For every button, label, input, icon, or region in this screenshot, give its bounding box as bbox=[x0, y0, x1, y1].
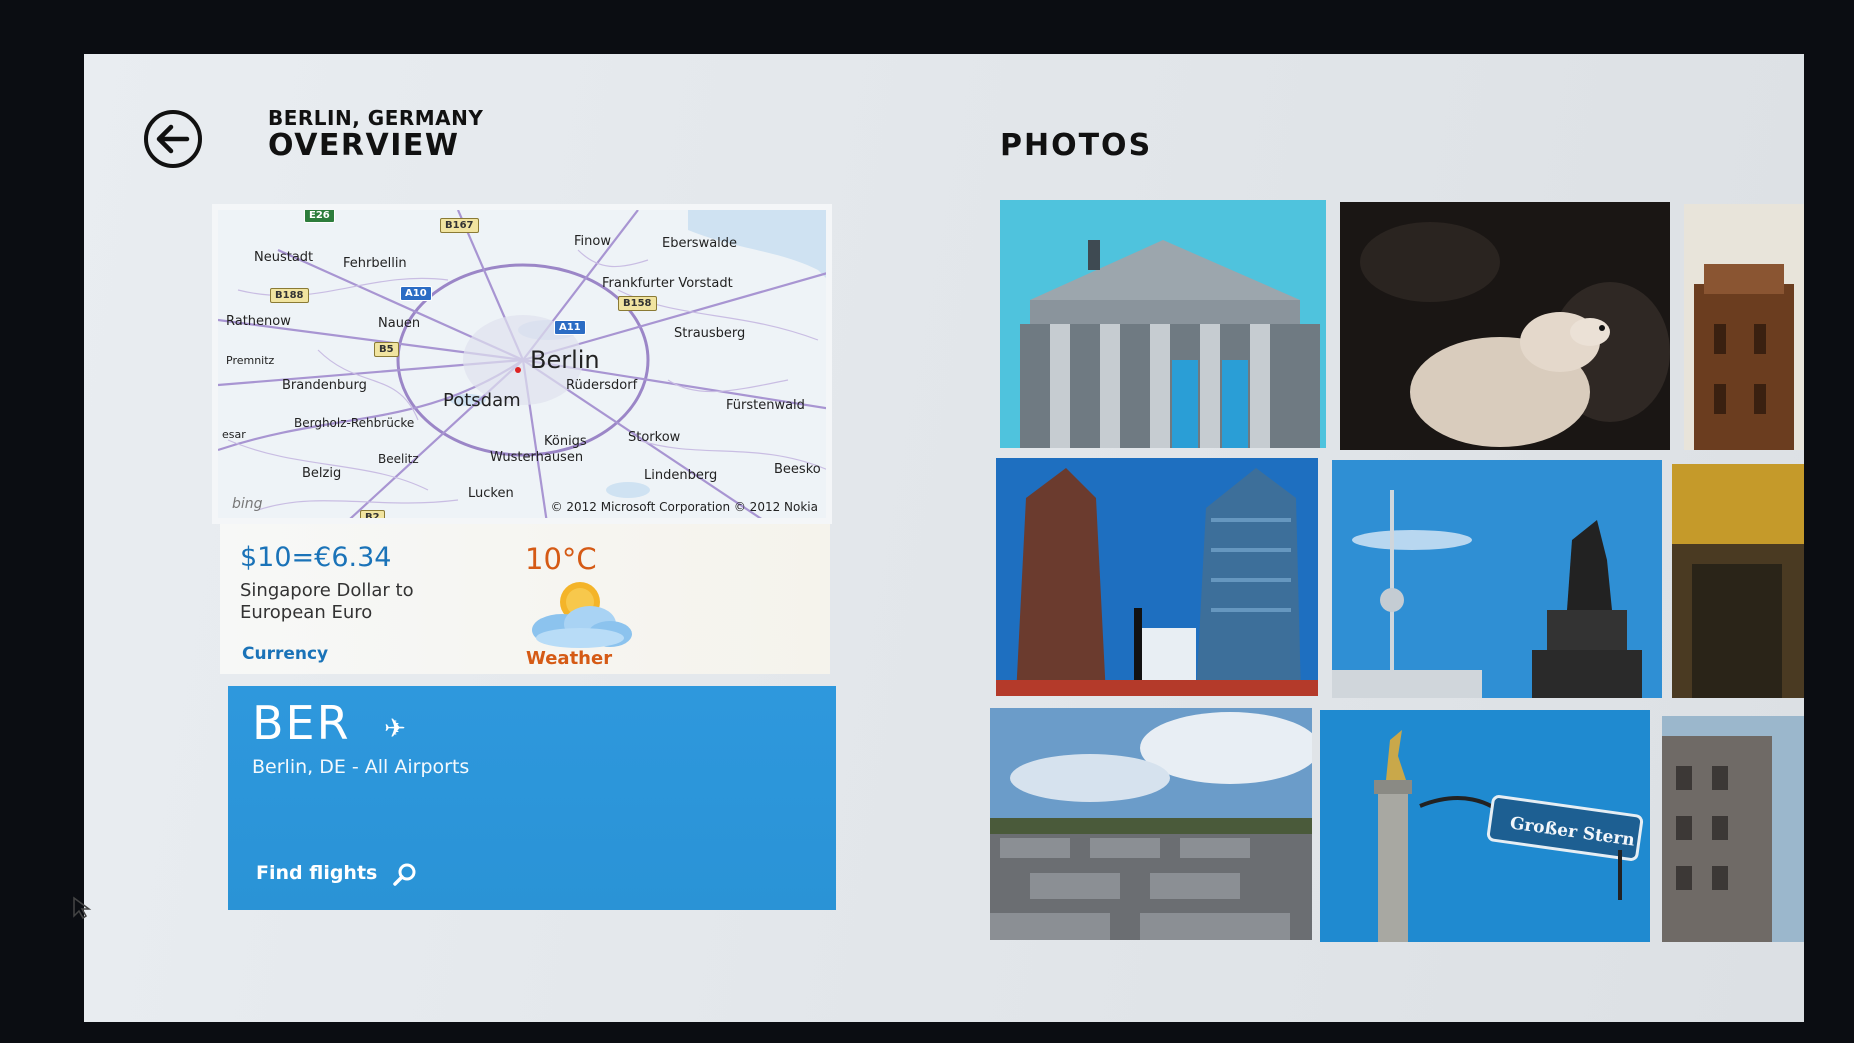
app-screen: BERLIN, GERMANY OVERVIEW PHOTOS Berlin P… bbox=[84, 54, 1804, 1022]
map-tile[interactable]: Berlin Potsdam Neustadt Fehrbellin Finow… bbox=[212, 204, 832, 524]
map-label-lindenberg: Lindenberg bbox=[644, 468, 718, 483]
map-shield-a11: A11 bbox=[554, 320, 586, 335]
map-label-brandenburg: Brandenburg bbox=[282, 378, 367, 393]
photo-victory-column-image: Großer Stern bbox=[1320, 710, 1650, 942]
map-label-fehrbellin: Fehrbellin bbox=[343, 256, 407, 271]
map-label-wusterhausen: Wusterhausen bbox=[490, 450, 584, 465]
map-label-beelitz: Beelitz bbox=[378, 452, 419, 466]
photo-polar-bear-image bbox=[1340, 202, 1670, 450]
bing-logo: bing bbox=[232, 496, 263, 512]
map-label-rudersdorf: Rüdersdorf bbox=[566, 378, 638, 393]
arrow-left-icon bbox=[156, 124, 190, 154]
photo-tv-tower-statue[interactable] bbox=[1332, 460, 1662, 698]
map-label-konigs: Königs bbox=[544, 434, 587, 449]
info-tile: $10=€6.34 Singapore Dollar to European E… bbox=[220, 524, 830, 674]
airplane-icon: ✈ bbox=[384, 714, 406, 744]
map-label-beesko: Beesko bbox=[774, 462, 821, 477]
map-label-storkow: Storkow bbox=[628, 430, 681, 445]
map-label-bergholz: Bergholz-Rehbrücke bbox=[294, 416, 415, 430]
map-shield-b167: B167 bbox=[440, 218, 479, 233]
weather-label[interactable]: Weather bbox=[526, 648, 612, 669]
airport-name: Berlin, DE - All Airports bbox=[252, 756, 470, 778]
photo-reichstag[interactable] bbox=[1000, 200, 1326, 448]
photos-section-title[interactable]: PHOTOS bbox=[1000, 128, 1152, 163]
find-flights-link[interactable]: Find flights bbox=[256, 862, 377, 884]
map-label-berlin: Berlin bbox=[530, 346, 600, 374]
map-label-neustadt: Neustadt bbox=[254, 250, 314, 265]
page-title: OVERVIEW bbox=[268, 128, 460, 163]
photo-building-3-image bbox=[1662, 716, 1804, 942]
map-shield-e26: E26 bbox=[304, 210, 335, 223]
photo-tv-tower-statue-image bbox=[1332, 460, 1662, 698]
flights-tile[interactable]: BER ✈ Berlin, DE - All Airports Find fli… bbox=[228, 686, 836, 910]
map-label-belzig: Belzig bbox=[302, 466, 342, 481]
photo-holocaust-memorial[interactable] bbox=[990, 708, 1312, 940]
map-label-eberswalde: Eberswalde bbox=[662, 236, 738, 251]
map-shield-b158: B158 bbox=[618, 296, 657, 311]
map-label-strausberg: Strausberg bbox=[674, 326, 746, 341]
photo-building-2[interactable] bbox=[1672, 464, 1804, 698]
map-label-luckenwalde: Lucken bbox=[468, 486, 514, 501]
photo-polar-bear[interactable] bbox=[1340, 202, 1670, 450]
search-icon[interactable] bbox=[392, 862, 418, 888]
map-shield-b2: B2 bbox=[360, 510, 385, 518]
map-label-frankfurter-vorstadt: Frankfurter Vorstadt bbox=[602, 276, 733, 291]
photo-potsdamer-platz[interactable] bbox=[996, 458, 1318, 696]
map-label-esar: esar bbox=[222, 428, 246, 441]
map-shield-a10: A10 bbox=[400, 286, 432, 301]
map-shield-b5: B5 bbox=[374, 342, 399, 357]
weather-temperature: 10°C bbox=[525, 542, 597, 576]
map-label-premnitz: Premnitz bbox=[226, 354, 275, 367]
photo-building-1[interactable] bbox=[1684, 204, 1804, 450]
location-subtitle: BERLIN, GERMANY bbox=[268, 106, 484, 130]
currency-label[interactable]: Currency bbox=[242, 644, 328, 664]
airport-code: BER bbox=[252, 696, 351, 750]
map-label-finow: Finow bbox=[574, 234, 611, 249]
mouse-cursor-icon bbox=[73, 896, 92, 920]
photo-building-1-image bbox=[1684, 204, 1804, 450]
photo-building-3[interactable] bbox=[1662, 716, 1804, 942]
map-copyright: © 2012 Microsoft Corporation © 2012 Noki… bbox=[550, 500, 818, 514]
photo-holocaust-memorial-image bbox=[990, 708, 1312, 940]
map-label-furstenwald: Fürstenwald bbox=[726, 398, 805, 413]
map-label-potsdam: Potsdam bbox=[443, 390, 521, 411]
currency-value: $10=€6.34 bbox=[240, 542, 392, 573]
map-shield-b188: B188 bbox=[270, 288, 309, 303]
back-button[interactable] bbox=[144, 110, 202, 168]
map-label-nauen: Nauen bbox=[378, 316, 421, 331]
map-label-rathenow: Rathenow bbox=[226, 314, 291, 329]
photo-potsdamer-platz-image bbox=[996, 458, 1318, 696]
photo-reichstag-image bbox=[1000, 200, 1326, 448]
partly-cloudy-icon bbox=[532, 582, 632, 648]
currency-description: Singapore Dollar to European Euro bbox=[240, 580, 414, 623]
photo-victory-column[interactable]: Großer Stern bbox=[1320, 710, 1650, 942]
photo-building-2-image bbox=[1672, 464, 1804, 698]
